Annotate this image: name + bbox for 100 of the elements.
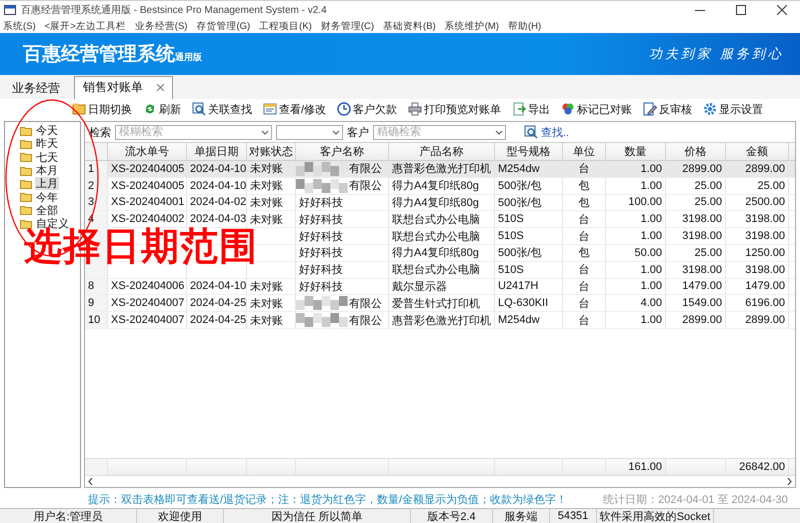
table-row[interactable]: 1 XS-202404005 2024-04-10 未对账 有限公 惠普彩色激光打印机 M254dw 台 1.00 2899.00 2899.00	[85, 161, 795, 178]
toolbar-button[interactable]: 导出	[512, 102, 550, 116]
menu-item[interactable]: <展开>左边工具栏	[44, 20, 126, 32]
maximize-icon[interactable]	[736, 5, 746, 15]
table-row[interactable]: 3 XS-202404001 2024-04-02 未对账 好好科技 得力A4复印纸80g 500张/包 包 100.00 25.00 2500.00	[85, 194, 795, 212]
table-cell: U2417H	[495, 278, 563, 294]
menu-item[interactable]: 存货管理(G)	[196, 20, 250, 32]
table-cell: 4.00	[606, 295, 666, 312]
toolbar-button[interactable]: 查看/修改	[263, 102, 326, 116]
tree-item[interactable]: 昨天	[35, 137, 59, 151]
customer-field[interactable]: 精确检索	[373, 124, 506, 140]
scroll-left-icon[interactable]	[88, 478, 93, 485]
table-row[interactable]: 9 XS-202404007 2024-04-25 未对账 有限公 爱普生针式打印机 LQ-630KII 台 4.00 1549.00 6196.00	[85, 295, 795, 312]
table-cell: 得力A4复印纸80g	[389, 194, 495, 210]
column-header[interactable]: 客户名称	[296, 143, 389, 160]
menu-item[interactable]: 系统(S)	[3, 20, 36, 32]
tree-item[interactable]: 今年	[35, 190, 59, 204]
dropdown-caret-icon[interactable]	[495, 130, 503, 134]
table-row[interactable]: 2 XS-202404005 2024-04-10 未对账 有限公 得力A4复印纸80g 500张/包 包 1.00 25.00 25.00	[85, 178, 795, 195]
toolbar-button[interactable]: 客户欠款	[337, 102, 398, 116]
table-cell: XS-202404002	[108, 211, 187, 228]
menu-item[interactable]: 基础资料(B)	[383, 20, 436, 32]
tree-item[interactable]: 七天	[35, 150, 59, 164]
table-cell: 好好科技	[296, 194, 389, 210]
table-row[interactable]: 10 XS-202404007 2024-04-25 未对账 有限公 惠普彩色激光打印机 M254dw 台 1.00 2899.00 2899.00	[85, 312, 795, 329]
folder-icon	[20, 192, 32, 202]
printer-icon	[408, 102, 422, 116]
tree-item[interactable]: 本月	[35, 164, 59, 178]
column-header[interactable]: 型号规格	[495, 143, 563, 160]
table-cell: 台	[563, 161, 606, 177]
table-cell: XS-202404005	[108, 161, 187, 177]
app-icon	[4, 5, 16, 15]
column-header[interactable]: 产品名称	[389, 143, 495, 160]
toolbar-button[interactable]: 刷新	[143, 102, 181, 116]
column-header[interactable]: 对账状态	[247, 143, 296, 160]
toolbar-button[interactable]: 日期切换	[72, 102, 132, 116]
scroll-right-icon[interactable]	[787, 478, 792, 485]
table-cell: 得力A4复印纸80g	[389, 244, 495, 261]
table-cell-text: 有限公	[349, 179, 382, 194]
table-cell: 2024-04-10	[187, 178, 247, 194]
tab[interactable]: 业务经营	[6, 78, 66, 99]
table-cell: 3198.00	[726, 211, 789, 228]
table-cell: 2899.00	[726, 161, 789, 177]
folder-icon	[72, 102, 86, 116]
toolbar-button[interactable]: 标记已对账	[561, 102, 632, 116]
table-cell: 2024-04-25	[187, 295, 247, 312]
menu-item[interactable]: 工程项目(K)	[259, 20, 312, 32]
table-cell: 2024-04-02	[187, 194, 247, 210]
table-cell: 2500.00	[726, 194, 789, 210]
folder-icon	[20, 138, 32, 149]
toolbar-button[interactable]: 打印预览对账单	[408, 102, 502, 116]
dropdown-caret-icon[interactable]	[261, 130, 269, 134]
menu-item[interactable]: 财务管理(C)	[320, 20, 374, 32]
column-header[interactable]: 单位	[563, 143, 606, 160]
column-header[interactable]: 价格	[666, 143, 726, 160]
table-cell: 3198.00	[666, 262, 726, 278]
table-cell: 好好科技	[296, 228, 389, 244]
status-text: 54351	[550, 509, 597, 523]
status-text: 用户名:管理员	[0, 509, 137, 523]
table-cell: XS-202404005	[108, 178, 187, 194]
menu-item[interactable]: 系统维护(M)	[444, 20, 499, 32]
status-text: 因为信任 所以简单	[224, 509, 411, 523]
table-cell: 台	[563, 312, 606, 328]
table-cell: 2899.00	[726, 312, 789, 328]
column-header[interactable]: 单据日期	[187, 143, 247, 160]
row-number: 1	[85, 161, 108, 177]
close-icon[interactable]	[777, 5, 787, 15]
tree-item[interactable]: 今天	[35, 124, 59, 138]
table-cell: 3198.00	[666, 228, 726, 244]
table-cell: LQ-630KII	[495, 295, 563, 312]
tab[interactable]: 销售对账单	[74, 76, 173, 99]
row-number: 8	[85, 278, 108, 294]
table-cell: 1.00	[606, 161, 666, 177]
toolbar-button[interactable]: 反审核	[643, 102, 692, 116]
folder-icon	[20, 178, 32, 189]
column-header[interactable]: 流水单号	[108, 143, 187, 160]
menu-item[interactable]: 业务经营(S)	[134, 20, 188, 32]
column-header[interactable]: 金额	[726, 143, 789, 160]
gear-icon	[703, 102, 718, 116]
find-link[interactable]: 查找..	[524, 124, 570, 140]
toolbar-button[interactable]: 显示设置	[703, 102, 764, 116]
table-cell: 3198.00	[726, 262, 789, 278]
toolbar-button[interactable]: 关联查找	[192, 102, 252, 116]
search-icon	[192, 102, 206, 116]
table-row[interactable]: 8 XS-202404006 2024-04-10 未对账 好好科技 戴尔显示器 U2417H 台 1.00 1479.00 1479.00	[85, 278, 795, 296]
tree-item[interactable]: 上月	[35, 177, 59, 190]
table-cell: 1.00	[606, 211, 666, 228]
column-header[interactable]: 数量	[606, 143, 666, 160]
table-cell: 25.00	[726, 178, 789, 194]
tree-item[interactable]: 全部	[35, 204, 59, 218]
dropdown-caret-icon[interactable]	[332, 130, 340, 134]
menu-item[interactable]: 帮助(H)	[508, 20, 542, 32]
table-cell: 2024-04-03	[187, 211, 247, 228]
table-cell: 25.00	[666, 178, 726, 194]
table-cell: 1479.00	[666, 278, 726, 294]
search-field[interactable]: 模糊检索	[115, 124, 272, 140]
table-cell: 1.00	[606, 312, 666, 328]
table-cell: 100.00	[606, 194, 666, 210]
table-cell: 戴尔显示器	[389, 278, 495, 294]
table-cell: 510S	[495, 262, 563, 278]
